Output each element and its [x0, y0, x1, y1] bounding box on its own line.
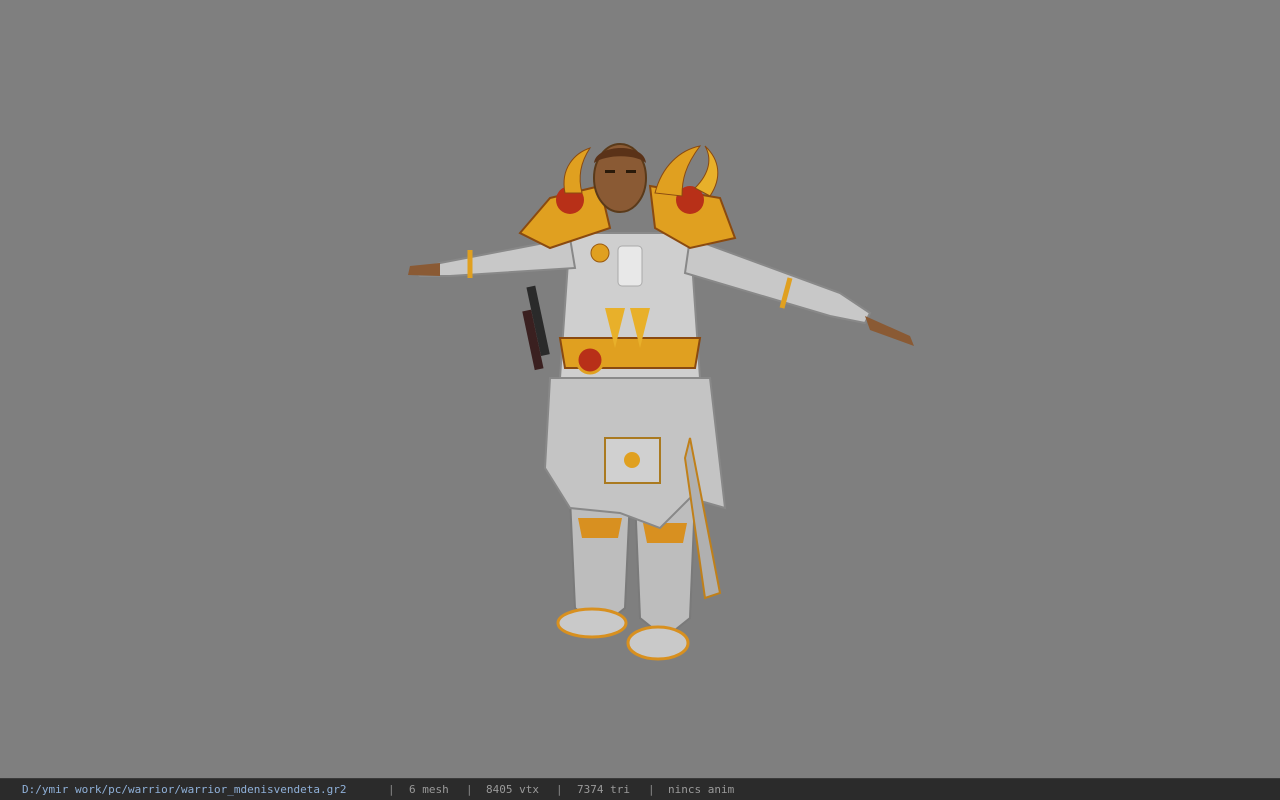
status-separator: | [466, 783, 473, 796]
vertex-count: 8405 vtx [486, 783, 539, 796]
status-separator: | [648, 783, 655, 796]
status-separator: | [388, 783, 395, 796]
animation-status: nincs anim [668, 783, 735, 796]
file-path: D:/ymir work/pc/warrior/warrior_mdenisve… [22, 783, 347, 796]
status-separator: | [556, 783, 563, 796]
mesh-count: 6 mesh [409, 783, 449, 796]
model-viewport[interactable] [0, 0, 1280, 778]
status-bar: D:/ymir work/pc/warrior/warrior_mdenisve… [0, 778, 1280, 800]
triangle-count: 7374 tri [577, 783, 630, 796]
warrior-model [408, 143, 914, 661]
